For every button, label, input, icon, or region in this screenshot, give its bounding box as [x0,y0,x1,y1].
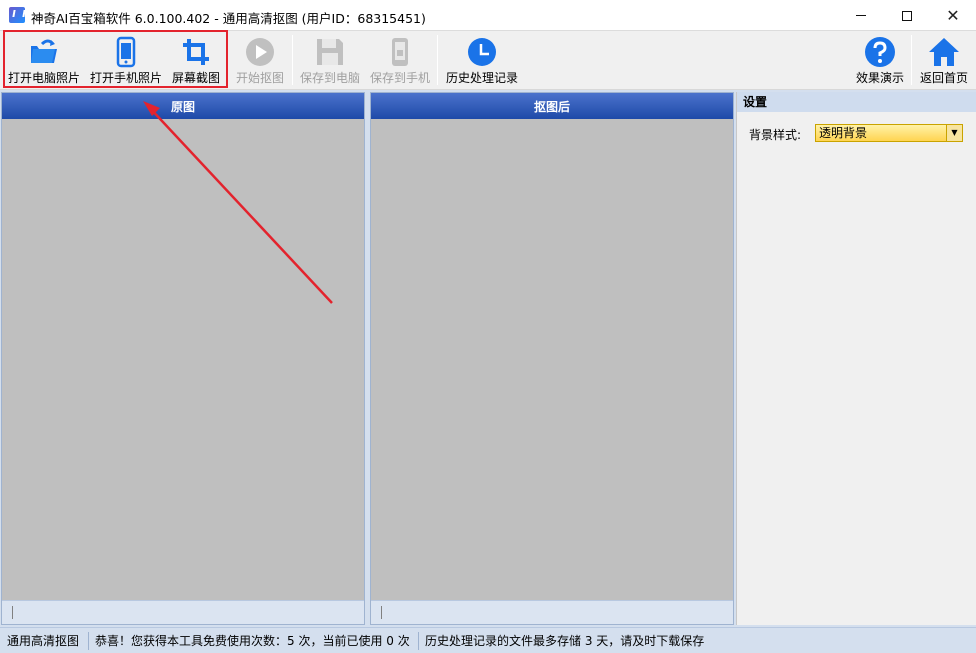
home-icon [928,36,960,68]
save-to-pc-label: 保存到电脑 [299,71,360,85]
settings-panel: 设置 背景样式: 透明背景 ▼ [736,92,976,625]
close-icon: ✕ [946,5,960,25]
status-retention: 历史处理记录的文件最多存储 3 天，请及时下载保存 [425,634,705,648]
help-icon [864,36,896,68]
start-cutout-label: 开始抠图 [235,71,284,85]
chevron-down-icon[interactable]: ▼ [946,125,962,141]
original-panel-header: 原图 [2,93,364,119]
demo-label: 效果演示 [855,71,904,85]
maximize-icon [902,10,912,21]
save-disk-icon [314,36,346,68]
original-image-panel[interactable]: 原图 [1,92,365,625]
phone-save-icon [384,36,416,68]
start-cutout-button[interactable]: 开始抠图 [230,31,290,89]
save-to-pc-button[interactable]: 保存到电脑 [296,31,364,89]
original-h-scrollbar[interactable] [2,600,364,624]
window-title: 神奇AI百宝箱软件 6.0.100.402 - 通用高清抠图 (用户ID：683… [31,11,426,26]
bg-style-select[interactable]: 透明背景 ▼ [815,124,963,142]
home-button[interactable]: 返回首页 [915,31,973,89]
bg-style-label: 背景样式: [749,128,802,142]
clock-icon [466,36,498,68]
main-area: 原图 抠图后 设置 背景样式: 透明背景 ▼ [0,90,976,627]
history-button[interactable]: 历史处理记录 [442,31,522,89]
minimize-icon [856,15,866,16]
save-to-phone-label: 保存到手机 [369,71,430,85]
status-usage: 恭喜！您获得本工具免费使用次数：5 次，当前已使用 0 次 [95,634,410,648]
highlight-box [3,30,228,88]
demo-button[interactable]: 效果演示 [852,31,908,89]
maximize-button[interactable] [884,0,930,31]
result-h-scrollbar[interactable] [371,600,733,624]
play-icon [244,36,276,68]
home-label: 返回首页 [919,71,968,85]
result-image-panel[interactable]: 抠图后 [370,92,734,625]
status-bar: 通用高清抠图 恭喜！您获得本工具免费使用次数：5 次，当前已使用 0 次 历史处… [0,627,976,653]
settings-title: 设置 [737,92,976,112]
app-logo-icon [9,7,25,23]
status-mode: 通用高清抠图 [7,634,80,648]
bg-style-value: 透明背景 [819,126,868,140]
history-label: 历史处理记录 [445,71,518,85]
result-panel-header: 抠图后 [371,93,733,119]
minimize-button[interactable] [838,0,884,31]
toolbar-separator [292,35,293,85]
toolbar-separator [911,35,912,85]
save-to-phone-button[interactable]: 保存到手机 [366,31,434,89]
close-button[interactable]: ✕ [930,0,976,31]
toolbar-separator [437,35,438,85]
title-bar: 神奇AI百宝箱软件 6.0.100.402 - 通用高清抠图 (用户ID：683… [0,0,976,31]
